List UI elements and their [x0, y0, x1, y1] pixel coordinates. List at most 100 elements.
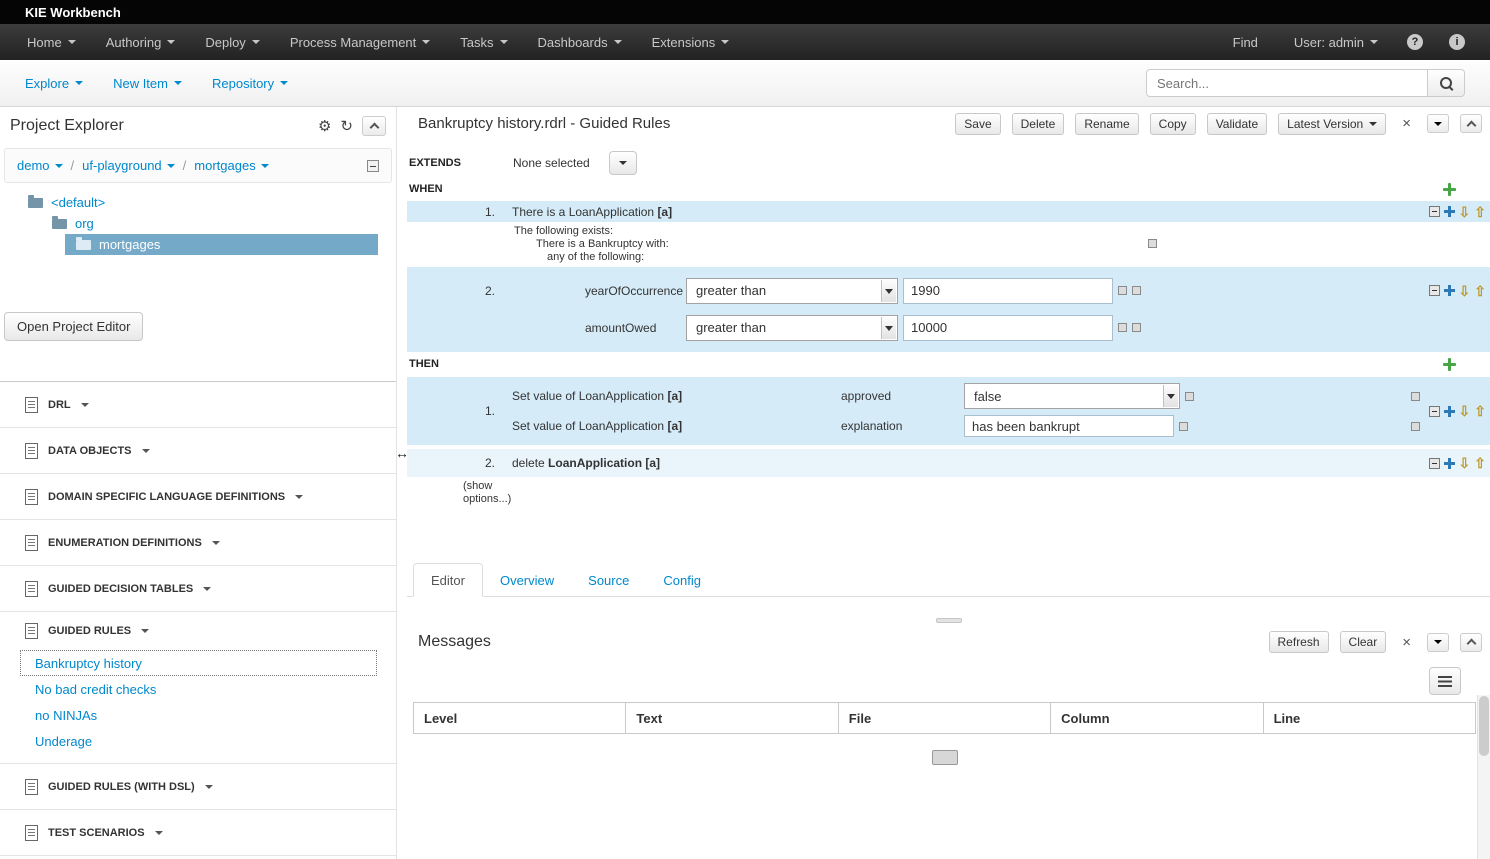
search-button[interactable] — [1428, 69, 1465, 97]
list-item-no-ninjas[interactable]: no NINJAs — [20, 702, 377, 728]
add-row-icon[interactable] — [1444, 458, 1455, 469]
add-field-button[interactable] — [1148, 239, 1157, 248]
add-row-icon[interactable] — [1444, 206, 1455, 217]
tree-item-org[interactable]: org — [0, 213, 396, 234]
gear-icon[interactable]: ⚙ — [318, 119, 331, 134]
show-options-link[interactable]: (show options...) — [463, 480, 527, 506]
nav-tasks[interactable]: Tasks — [445, 24, 522, 60]
section-guided-decision-tables[interactable]: GUIDED DECISION TABLES — [0, 566, 396, 611]
list-item-underage[interactable]: Underage — [20, 728, 377, 754]
add-row-icon[interactable] — [1444, 406, 1455, 417]
action-text[interactable]: Set value of LoanApplication [a] — [512, 389, 841, 403]
menu-new-item[interactable]: New Item — [113, 76, 182, 91]
mini-edit-button[interactable] — [1185, 392, 1194, 401]
messages-scrollbar[interactable] — [1477, 695, 1490, 859]
nav-extensions[interactable]: Extensions — [637, 24, 745, 60]
horizontal-splitter[interactable] — [407, 616, 1490, 625]
delete-button[interactable]: Delete — [1012, 113, 1065, 135]
move-up-icon[interactable]: ⇧ — [1474, 456, 1486, 470]
menu-explore[interactable]: Explore — [25, 76, 83, 91]
nav-authoring[interactable]: Authoring — [91, 24, 191, 60]
mini-edit-button[interactable] — [1118, 323, 1127, 332]
move-up-icon[interactable]: ⇧ — [1474, 205, 1486, 219]
list-view-button[interactable] — [1429, 667, 1461, 695]
pager-handle-button[interactable] — [932, 750, 958, 765]
clear-button[interactable]: Clear — [1340, 631, 1387, 653]
section-test-scenarios[interactable]: TEST SCENARIOS — [0, 810, 396, 855]
help-icon[interactable]: ? — [1407, 34, 1423, 50]
version-dropdown-button[interactable]: Latest Version — [1278, 113, 1386, 135]
tree-item-mortgages[interactable]: mortgages — [65, 234, 378, 255]
breadcrumb-repo[interactable]: demo — [17, 158, 63, 173]
validate-button[interactable]: Validate — [1207, 113, 1267, 135]
collapse-tree-icon[interactable] — [367, 160, 379, 172]
copy-button[interactable]: Copy — [1150, 113, 1196, 135]
move-down-icon[interactable]: ⇩ — [1459, 456, 1471, 470]
extends-dropdown-button[interactable] — [609, 151, 637, 175]
value-select-approved[interactable]: false — [964, 383, 1180, 409]
mini-edit-button[interactable] — [1179, 422, 1188, 431]
remove-row-icon[interactable] — [1429, 458, 1440, 469]
section-data-objects[interactable]: DATA OBJECTS — [0, 428, 396, 473]
action-text[interactable]: Set value of LoanApplication [a] — [512, 419, 841, 433]
mini-edit-button[interactable] — [1132, 286, 1141, 295]
collapse-editor-button[interactable] — [1460, 114, 1482, 133]
scrollbar-thumb[interactable] — [1479, 696, 1489, 756]
pattern-loanapplication[interactable]: There is a LoanApplication [a] — [512, 205, 672, 219]
list-item-no-bad-credit-checks[interactable]: No bad credit checks — [20, 676, 377, 702]
save-button[interactable]: Save — [955, 113, 1000, 135]
open-project-editor-button[interactable]: Open Project Editor — [4, 312, 143, 341]
tab-overview[interactable]: Overview — [483, 563, 571, 597]
section-drl[interactable]: DRL — [0, 382, 396, 427]
value-input-amountowed[interactable] — [903, 315, 1113, 341]
operator-select-amountowed[interactable]: greater than — [686, 315, 898, 341]
collapse-panel-button[interactable] — [362, 116, 386, 136]
rename-button[interactable]: Rename — [1075, 113, 1138, 135]
value-input-yearofoccurrence[interactable] — [903, 278, 1113, 304]
add-row-icon[interactable] — [1444, 285, 1455, 296]
move-down-icon[interactable]: ⇩ — [1459, 284, 1471, 298]
move-up-icon[interactable]: ⇧ — [1474, 404, 1486, 418]
refresh-icon[interactable]: ↻ — [340, 119, 353, 134]
action-delete-loanapplication[interactable]: delete LoanApplication [a] — [512, 456, 660, 470]
nav-dashboards[interactable]: Dashboards — [523, 24, 637, 60]
section-guided-rules-dsl[interactable]: GUIDED RULES (WITH DSL) — [0, 764, 396, 809]
remove-row-icon[interactable] — [1429, 406, 1440, 417]
remove-row-icon[interactable] — [1429, 206, 1440, 217]
move-down-icon[interactable]: ⇩ — [1459, 205, 1471, 219]
section-guided-rules[interactable]: GUIDED RULES — [0, 612, 396, 650]
add-condition-icon[interactable] — [1443, 183, 1456, 196]
close-icon[interactable]: × — [1397, 635, 1416, 650]
panel-splitter[interactable]: ↔ — [397, 107, 407, 859]
remove-row-icon[interactable] — [1429, 285, 1440, 296]
move-down-icon[interactable]: ⇩ — [1459, 404, 1471, 418]
refresh-button[interactable]: Refresh — [1269, 631, 1329, 653]
tab-editor[interactable]: Editor — [413, 563, 483, 597]
menu-repository[interactable]: Repository — [212, 76, 288, 91]
mini-edit-button[interactable] — [1411, 422, 1420, 431]
tree-item-default[interactable]: <default> — [0, 192, 396, 213]
mini-edit-button[interactable] — [1411, 392, 1420, 401]
value-input-explanation[interactable] — [964, 415, 1174, 437]
tab-source[interactable]: Source — [571, 563, 646, 597]
search-input[interactable] — [1146, 69, 1428, 97]
nav-home[interactable]: Home — [12, 24, 91, 60]
tab-config[interactable]: Config — [646, 563, 718, 597]
close-icon[interactable]: × — [1397, 116, 1416, 131]
mini-edit-button[interactable] — [1132, 323, 1141, 332]
collapse-messages-button[interactable] — [1460, 633, 1482, 652]
nav-process-management[interactable]: Process Management — [275, 24, 445, 60]
panel-menu-button[interactable] — [1427, 114, 1449, 133]
breadcrumb-project[interactable]: mortgages — [194, 158, 268, 173]
field-label-yearofoccurrence[interactable]: yearOfOccurrence — [512, 284, 686, 298]
info-icon[interactable]: i — [1449, 34, 1465, 50]
section-enumeration-definitions[interactable]: ENUMERATION DEFINITIONS — [0, 520, 396, 565]
nav-deploy[interactable]: Deploy — [190, 24, 274, 60]
nav-user-menu[interactable]: User: admin — [1278, 35, 1394, 50]
section-dsl-definitions[interactable]: DOMAIN SPECIFIC LANGUAGE DEFINITIONS — [0, 474, 396, 519]
list-item-bankruptcy-history[interactable]: Bankruptcy history — [20, 650, 377, 676]
operator-select-yearofoccurrence[interactable]: greater than — [686, 278, 898, 304]
nav-find[interactable]: Find — [1213, 35, 1278, 50]
breadcrumb-branch[interactable]: uf-playground — [82, 158, 175, 173]
panel-menu-button[interactable] — [1427, 633, 1449, 652]
